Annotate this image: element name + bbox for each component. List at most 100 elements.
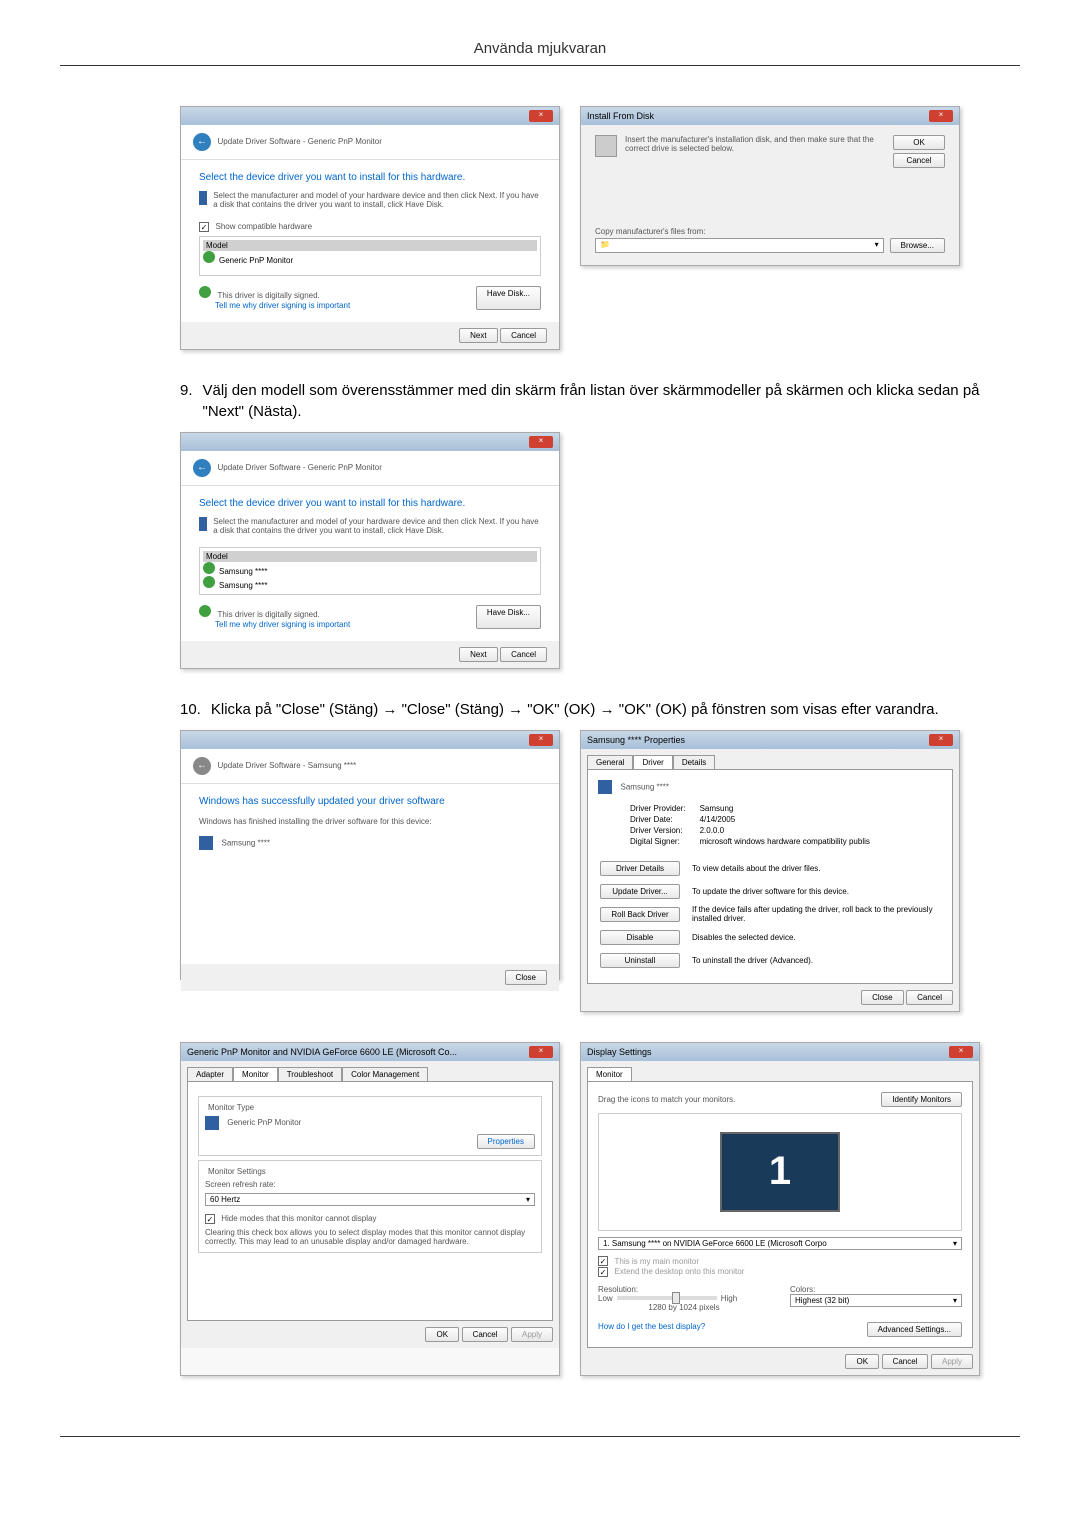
sub-text: Windows has finished installing the driv…: [199, 817, 541, 826]
best-display-link[interactable]: How do I get the best display?: [598, 1322, 705, 1337]
breadcrumb: Update Driver Software - Samsung ****: [218, 761, 357, 770]
update-driver-dialog-1: × ← Update Driver Software - Generic PnP…: [180, 106, 560, 350]
resolution-value: 1280 by 1024 pixels: [598, 1303, 770, 1312]
low-label: Low: [598, 1294, 613, 1303]
tab-troubleshoot[interactable]: Troubleshoot: [278, 1067, 342, 1081]
driver-icon: [199, 836, 213, 850]
resolution-slider[interactable]: [617, 1296, 717, 1300]
instruction-text: Select the manufacturer and model of you…: [213, 191, 541, 209]
model-item[interactable]: Samsung ****: [203, 562, 537, 576]
show-compatible-checkbox[interactable]: ✓: [199, 222, 209, 232]
drag-text: Drag the icons to match your monitors.: [598, 1095, 735, 1104]
monitor-settings-label: Monitor Settings: [205, 1167, 269, 1176]
cancel-button[interactable]: Cancel: [893, 153, 945, 168]
title-bar: ×: [181, 433, 559, 451]
back-icon[interactable]: ←: [193, 133, 211, 151]
dialog-title: Generic PnP Monitor and NVIDIA GeForce 6…: [187, 1047, 457, 1057]
close-icon[interactable]: ×: [529, 110, 553, 122]
browse-button[interactable]: Browse...: [890, 238, 945, 253]
ok-button[interactable]: OK: [893, 135, 945, 150]
display-settings-dialog: Display Settings × Monitor Drag the icon…: [580, 1042, 980, 1376]
tab-driver[interactable]: Driver: [633, 755, 672, 769]
close-icon[interactable]: ×: [529, 734, 553, 746]
model-header: Model: [203, 240, 537, 251]
device-select[interactable]: 1. Samsung **** on NVIDIA GeForce 6600 L…: [598, 1237, 962, 1250]
identify-button[interactable]: Identify Monitors: [881, 1092, 962, 1107]
close-icon[interactable]: ×: [529, 1046, 553, 1058]
tab-general[interactable]: General: [587, 755, 633, 769]
cancel-button[interactable]: Cancel: [500, 647, 547, 662]
copy-from-label: Copy manufacturer's files from:: [595, 227, 945, 236]
apply-button[interactable]: Apply: [511, 1327, 553, 1342]
colors-select[interactable]: Highest (32 bit)▾: [790, 1294, 962, 1307]
properties-button[interactable]: Properties: [477, 1134, 535, 1149]
title-bar: ×: [181, 107, 559, 125]
provider-value: Samsung: [700, 804, 870, 813]
tell-me-link[interactable]: Tell me why driver signing is important: [215, 620, 350, 629]
high-label: High: [721, 1294, 737, 1303]
disable-text: Disables the selected device.: [692, 927, 940, 948]
step-number: 10.: [180, 699, 201, 720]
dialog-title: Samsung **** Properties: [587, 735, 685, 745]
ok-button[interactable]: OK: [845, 1354, 879, 1369]
cancel-button[interactable]: Cancel: [500, 328, 547, 343]
provider-label: Driver Provider:: [630, 804, 698, 813]
refresh-label: Screen refresh rate:: [205, 1180, 535, 1189]
title-bar: Display Settings ×: [581, 1043, 979, 1061]
apply-button[interactable]: Apply: [931, 1354, 973, 1369]
cancel-button[interactable]: Cancel: [882, 1354, 929, 1369]
ok-button[interactable]: OK: [425, 1327, 459, 1342]
update-driver-button[interactable]: Update Driver...: [600, 884, 680, 899]
dialog-heading: Select the device driver you want to ins…: [199, 172, 541, 183]
monitor-type-label: Monitor Type: [205, 1103, 257, 1112]
uninstall-button[interactable]: Uninstall: [600, 953, 680, 968]
model-list[interactable]: Model Generic PnP Monitor: [199, 236, 541, 276]
model-list[interactable]: Model Samsung **** Samsung ****: [199, 547, 541, 595]
path-select[interactable]: 📁▾: [595, 238, 884, 253]
tab-monitor[interactable]: Monitor: [587, 1067, 632, 1081]
close-icon[interactable]: ×: [929, 734, 953, 746]
model-item[interactable]: Generic PnP Monitor: [203, 251, 537, 265]
success-dialog: × ← Update Driver Software - Samsung ***…: [180, 730, 560, 980]
model-header: Model: [203, 551, 537, 562]
footer-divider: [60, 1436, 1020, 1437]
driver-icon: [199, 517, 207, 531]
device-name: Samsung ****: [222, 838, 270, 847]
tab-monitor[interactable]: Monitor: [233, 1067, 278, 1081]
monitor-preview-icon[interactable]: 1: [720, 1132, 840, 1212]
signed-icon: [203, 576, 215, 588]
driver-details-button[interactable]: Driver Details: [600, 861, 680, 876]
next-button[interactable]: Next: [459, 647, 497, 662]
model-item[interactable]: Samsung ****: [203, 576, 537, 590]
have-disk-button[interactable]: Have Disk...: [476, 286, 541, 310]
show-compatible-label: Show compatible hardware: [216, 222, 313, 231]
refresh-select[interactable]: 60 Hertz▾: [205, 1193, 535, 1206]
close-button[interactable]: Close: [861, 990, 903, 1005]
tell-me-link[interactable]: Tell me why driver signing is important: [215, 301, 350, 310]
have-disk-button[interactable]: Have Disk...: [476, 605, 541, 629]
version-label: Driver Version:: [630, 826, 698, 835]
disk-icon: [595, 135, 617, 157]
header-divider: [60, 65, 1020, 66]
tab-color[interactable]: Color Management: [342, 1067, 428, 1081]
close-button[interactable]: Close: [505, 970, 547, 985]
main-monitor-label: This is my main monitor: [615, 1257, 699, 1266]
close-icon[interactable]: ×: [529, 436, 553, 448]
back-icon[interactable]: ←: [193, 459, 211, 477]
rollback-button[interactable]: Roll Back Driver: [600, 907, 680, 922]
step-10: 10. Klicka på "Close" (Stäng) → "Close" …: [180, 699, 980, 720]
close-icon[interactable]: ×: [929, 110, 953, 122]
cancel-button[interactable]: Cancel: [906, 990, 953, 1005]
close-icon[interactable]: ×: [949, 1046, 973, 1058]
cancel-button[interactable]: Cancel: [462, 1327, 509, 1342]
hide-modes-label: Hide modes that this monitor cannot disp…: [221, 1214, 376, 1223]
tab-details[interactable]: Details: [673, 755, 715, 769]
next-button[interactable]: Next: [459, 328, 497, 343]
disable-button[interactable]: Disable: [600, 930, 680, 945]
title-bar: Samsung **** Properties ×: [581, 731, 959, 749]
tab-adapter[interactable]: Adapter: [187, 1067, 233, 1081]
hide-modes-desc: Clearing this check box allows you to se…: [205, 1228, 535, 1246]
hide-modes-checkbox[interactable]: ✓: [205, 1214, 215, 1224]
advanced-button[interactable]: Advanced Settings...: [867, 1322, 962, 1337]
date-value: 4/14/2005: [700, 815, 870, 824]
